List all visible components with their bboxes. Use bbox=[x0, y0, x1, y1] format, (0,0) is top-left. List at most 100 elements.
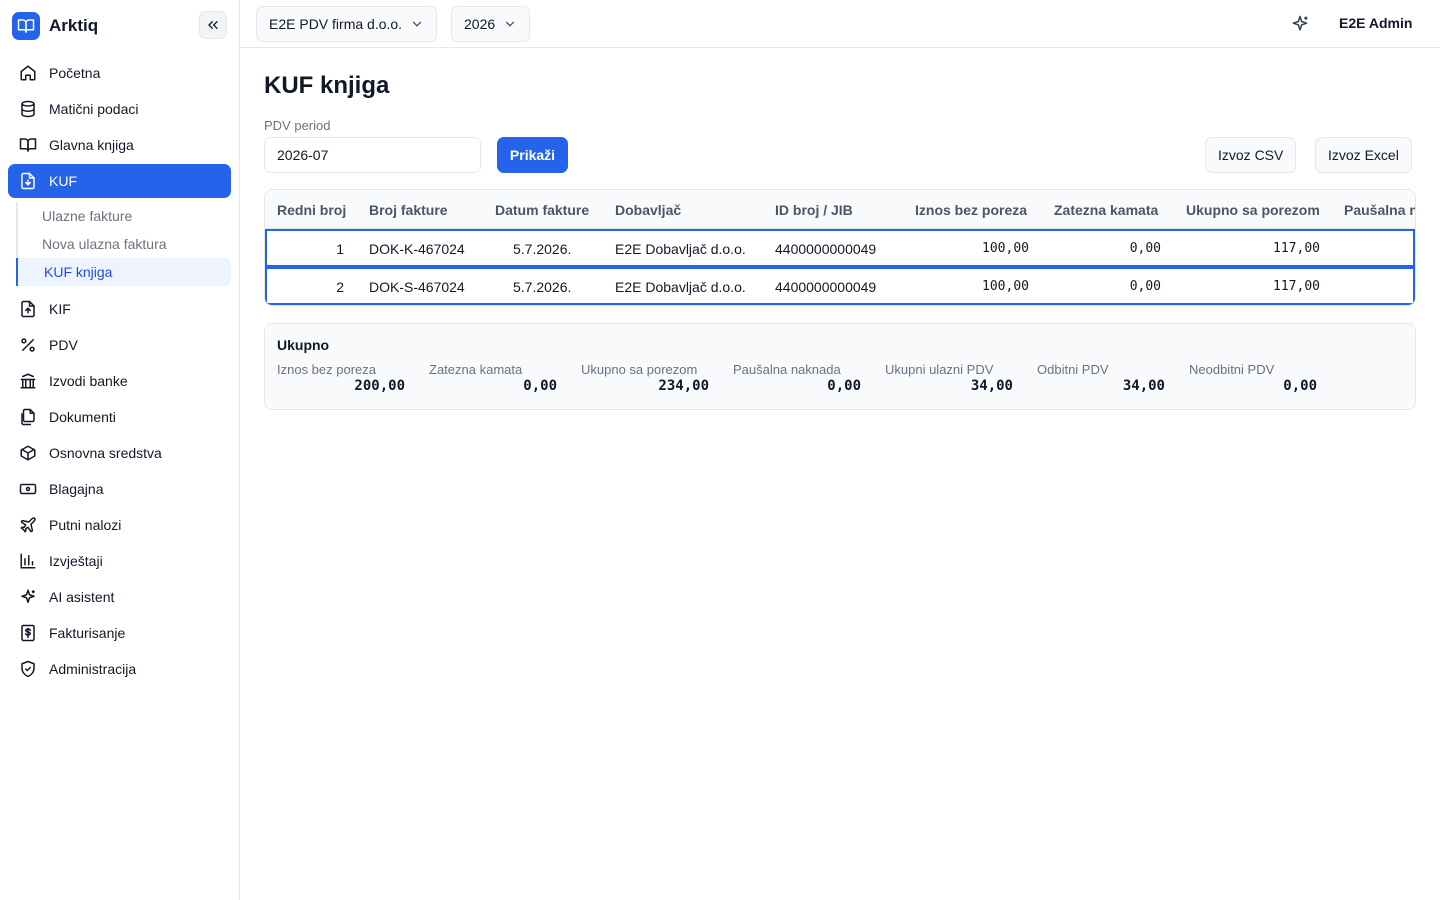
sidebar-item-label: KIF bbox=[49, 301, 71, 317]
page-title: KUF knjiga bbox=[264, 72, 390, 99]
col-header-pausalna-naknada[interactable]: Paušalna n bbox=[1344, 202, 1415, 218]
sidebar-nav: Početna Matični podaci Glavna knjiga KUF… bbox=[8, 56, 231, 688]
sidebar-item-kif[interactable]: KIF bbox=[8, 292, 231, 326]
cash-icon bbox=[19, 480, 37, 498]
show-button[interactable]: Prikaži bbox=[497, 137, 568, 173]
company-select[interactable]: E2E PDV firma d.o.o. bbox=[256, 6, 438, 42]
col-header-dobavljac[interactable]: Dobavljač bbox=[615, 202, 681, 218]
sidebar-item-izvjestaji[interactable]: Izvještaji bbox=[8, 544, 231, 578]
kuf-submenu: Ulazne fakture Nova ulazna faktura KUF k… bbox=[16, 202, 231, 286]
sidebar-item-izvodi-banke[interactable]: Izvodi banke bbox=[8, 364, 231, 398]
period-input[interactable] bbox=[264, 137, 481, 173]
summary-item-odbitni-pdv: Odbitni PDV 34,00 bbox=[1037, 362, 1165, 394]
cell-id-broj: 4400000000049 bbox=[775, 241, 877, 257]
cell-ukupno-sa-porezom: 117,00 bbox=[1273, 241, 1320, 256]
summary-value: 0,00 bbox=[1283, 378, 1317, 394]
sidebar-item-ai-asistent[interactable]: AI asistent bbox=[8, 580, 231, 614]
col-header-id-broj[interactable]: ID broj / JIB bbox=[775, 202, 853, 218]
user-menu[interactable]: E2E Admin bbox=[1339, 15, 1412, 31]
table-header: Redni broj Broj fakture Datum fakture Do… bbox=[265, 190, 1415, 229]
col-header-zatezna-kamata[interactable]: Zatezna kamata bbox=[1054, 202, 1158, 218]
submenu-item-nova-ulazna-faktura[interactable]: Nova ulazna faktura bbox=[16, 230, 231, 258]
summary-card: Ukupno Iznos bez poreza 200,00 Zatezna k… bbox=[264, 323, 1416, 410]
sidebar-item-glavna-knjiga[interactable]: Glavna knjiga bbox=[8, 128, 231, 162]
col-header-ukupno-sa-porezom[interactable]: Ukupno sa porezom bbox=[1186, 202, 1320, 218]
sidebar-item-blagajna[interactable]: Blagajna bbox=[8, 472, 231, 506]
sidebar-item-label: Blagajna bbox=[49, 481, 104, 497]
summary-value: 34,00 bbox=[1122, 378, 1165, 394]
sidebar-item-maticni-podaci[interactable]: Matični podaci bbox=[8, 92, 231, 126]
sidebar-item-label: Dokumenti bbox=[49, 409, 116, 425]
sidebar-item-pdv[interactable]: PDV bbox=[8, 328, 231, 362]
cell-broj-fakture: DOK-S-467024 bbox=[369, 279, 465, 295]
summary-item-neodbitni-pdv: Neodbitni PDV 0,00 bbox=[1189, 362, 1317, 394]
summary-label: Odbitni PDV bbox=[1037, 362, 1109, 377]
cell-redni-broj: 2 bbox=[336, 279, 344, 295]
summary-title: Ukupno bbox=[277, 337, 330, 353]
sidebar-item-label: Izvodi banke bbox=[49, 373, 128, 389]
sidebar-item-pocetna[interactable]: Početna bbox=[8, 56, 231, 90]
sidebar-item-fakturisanje[interactable]: Fakturisanje bbox=[8, 616, 231, 650]
year-select[interactable]: 2026 bbox=[451, 6, 531, 42]
cell-broj-fakture: DOK-K-467024 bbox=[369, 241, 465, 257]
sidebar-item-label: Osnovna sredstva bbox=[49, 445, 162, 461]
sidebar: Arktiq Početna Matični podaci Glavna knj… bbox=[0, 0, 240, 900]
company-select-value: E2E PDV firma d.o.o. bbox=[269, 16, 403, 32]
sidebar-item-label: Glavna knjiga bbox=[49, 137, 134, 153]
kuf-table: Redni broj Broj fakture Datum fakture Do… bbox=[264, 189, 1416, 306]
summary-label: Iznos bez poreza bbox=[277, 362, 377, 377]
shield-check-icon bbox=[19, 660, 37, 678]
invoice-dollar-icon bbox=[19, 624, 37, 642]
col-header-redni-broj[interactable]: Redni broj bbox=[277, 202, 346, 218]
sidebar-item-kuf[interactable]: KUF bbox=[8, 164, 231, 198]
sidebar-item-label: AI asistent bbox=[49, 589, 115, 605]
bar-chart-icon bbox=[19, 552, 37, 570]
summary-value: 200,00 bbox=[354, 378, 405, 394]
percent-icon bbox=[19, 336, 37, 354]
sidebar-item-label: Putni nalozi bbox=[49, 517, 122, 533]
cell-iznos-bez-poreza: 100,00 bbox=[982, 241, 1029, 256]
cell-datum-fakture: 5.7.2026. bbox=[513, 241, 572, 257]
summary-item-zatezna-kamata: Zatezna kamata 0,00 bbox=[429, 362, 557, 394]
submenu-item-kuf-knjiga[interactable]: KUF knjiga bbox=[16, 258, 231, 286]
summary-item-ukupno-sa-porezom: Ukupno sa porezom 234,00 bbox=[581, 362, 709, 394]
box-icon bbox=[19, 444, 37, 462]
sidebar-item-administracija[interactable]: Administracija bbox=[8, 652, 231, 686]
cell-ukupno-sa-porezom: 117,00 bbox=[1273, 279, 1320, 294]
sidebar-item-label: Početna bbox=[49, 65, 101, 81]
home-icon bbox=[19, 64, 37, 82]
collapse-sidebar-button[interactable] bbox=[199, 11, 227, 39]
sidebar-item-dokumenti[interactable]: Dokumenti bbox=[8, 400, 231, 434]
submenu-item-ulazne-fakture[interactable]: Ulazne fakture bbox=[16, 202, 231, 230]
col-header-iznos-bez-poreza[interactable]: Iznos bez poreza bbox=[915, 202, 1027, 218]
ai-sparkle-icon[interactable] bbox=[1290, 14, 1310, 34]
summary-item-pausalna-naknada: Paušalna naknada 0,00 bbox=[733, 362, 861, 394]
chevrons-left-icon bbox=[208, 20, 218, 29]
cell-id-broj: 4400000000049 bbox=[775, 279, 877, 295]
year-select-value: 2026 bbox=[464, 16, 496, 32]
sidebar-item-putni-nalozi[interactable]: Putni nalozi bbox=[8, 508, 231, 542]
cell-datum-fakture: 5.7.2026. bbox=[513, 279, 572, 295]
period-label: PDV period bbox=[264, 118, 331, 133]
col-header-datum-fakture[interactable]: Datum fakture bbox=[495, 202, 589, 218]
sidebar-item-osnovna-sredstva[interactable]: Osnovna sredstva bbox=[8, 436, 231, 470]
database-icon bbox=[19, 100, 37, 118]
cell-redni-broj: 1 bbox=[336, 241, 344, 257]
export-excel-button[interactable]: Izvoz Excel bbox=[1315, 137, 1412, 173]
documents-icon bbox=[19, 408, 37, 426]
topbar: E2E PDV firma d.o.o. 2026 E2E Admin bbox=[240, 0, 1440, 48]
cell-dobavljac: E2E Dobavljač d.o.o. bbox=[615, 241, 746, 257]
sparkle-icon bbox=[19, 588, 37, 606]
export-csv-button[interactable]: Izvoz CSV bbox=[1205, 137, 1297, 173]
table-row[interactable]: 2 DOK-S-467024 5.7.2026. E2E Dobavljač d… bbox=[265, 267, 1415, 305]
sidebar-item-label: Fakturisanje bbox=[49, 625, 126, 641]
summary-label: Ukupno sa porezom bbox=[581, 362, 698, 377]
summary-value: 34,00 bbox=[970, 378, 1013, 394]
brand[interactable]: Arktiq bbox=[12, 12, 98, 40]
table-row[interactable]: 1 DOK-K-467024 5.7.2026. E2E Dobavljač d… bbox=[265, 229, 1415, 267]
sidebar-item-label: PDV bbox=[49, 337, 78, 353]
summary-label: Neodbitni PDV bbox=[1189, 362, 1275, 377]
summary-item-ukupni-ulazni-pdv: Ukupni ulazni PDV 34,00 bbox=[885, 362, 1013, 394]
col-header-broj-fakture[interactable]: Broj fakture bbox=[369, 202, 448, 218]
book-open-icon bbox=[19, 136, 37, 154]
